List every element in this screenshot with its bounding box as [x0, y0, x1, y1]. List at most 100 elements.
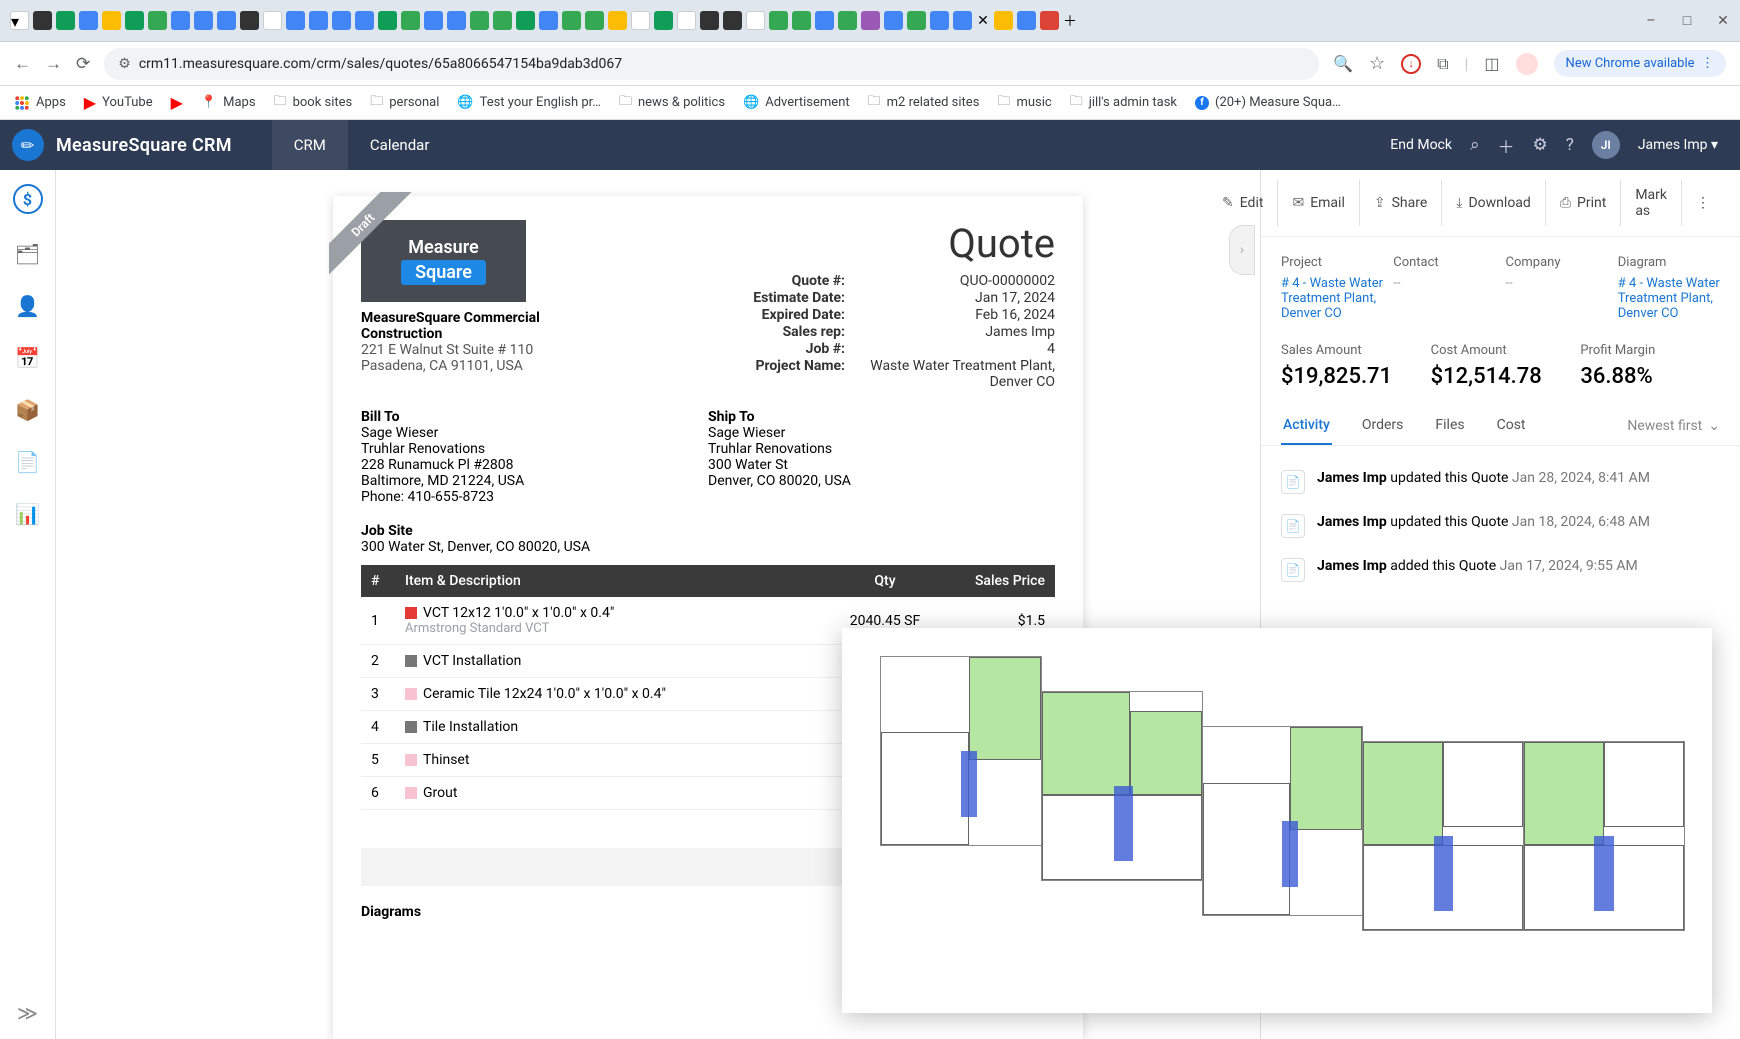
rail-contacts-icon[interactable]: 👤 — [15, 294, 40, 318]
edit-button[interactable]: ✎Edit — [1208, 180, 1278, 226]
tab-favicon[interactable] — [930, 11, 949, 30]
rail-calendar-icon[interactable]: 📅 — [15, 346, 40, 370]
collapse-panel-toggle[interactable]: › — [1229, 225, 1255, 275]
bookmark-testenglish[interactable]: 🌐Test your English pr… — [457, 95, 601, 110]
tab-favicon[interactable] — [355, 11, 374, 30]
tab-favicon[interactable] — [861, 11, 880, 30]
tab-favicon[interactable] — [148, 11, 167, 30]
tab-favicon[interactable] — [171, 11, 190, 30]
diagram-link[interactable]: # 4 - Waste Water Treatment Plant, Denve… — [1618, 276, 1720, 321]
tab-favicon[interactable] — [194, 11, 213, 30]
user-menu[interactable]: James Imp ▾ — [1638, 137, 1718, 153]
more-actions-icon[interactable]: ⋮ — [1682, 180, 1724, 226]
nav-crm[interactable]: CRM — [272, 120, 348, 170]
rail-document-icon[interactable]: 📄 — [15, 450, 40, 474]
tab-activity[interactable]: Activity — [1281, 407, 1332, 445]
window-minimize-icon[interactable]: – — [1644, 14, 1658, 28]
nav-calendar[interactable]: Calendar — [348, 120, 452, 170]
print-button[interactable]: ⎙Print — [1546, 180, 1622, 226]
floorplan-preview-overlay[interactable] — [842, 628, 1712, 1013]
end-mock-button[interactable]: End Mock — [1390, 137, 1452, 153]
tab-favicon[interactable] — [33, 11, 52, 30]
download-button[interactable]: ⤓Download — [1442, 180, 1546, 226]
bookmark-folder-newspolitics[interactable]: 🗀news & politics — [619, 92, 725, 114]
downloads-icon[interactable]: ↓ — [1401, 54, 1421, 74]
bookmark-folder-jillsadmin[interactable]: 🗀jill's admin task — [1070, 92, 1177, 114]
search-icon[interactable]: ⌕ — [1470, 135, 1480, 155]
tab-favicon[interactable] — [539, 11, 558, 30]
back-button[interactable]: ← — [14, 54, 31, 74]
bookmark-facebook[interactable]: f(20+) Measure Squa… — [1195, 95, 1341, 110]
tab-favicon[interactable] — [79, 11, 98, 30]
new-tab-button[interactable]: ＋ — [1063, 14, 1077, 28]
tab-favicon[interactable] — [1017, 11, 1036, 30]
tab-favicon[interactable] — [585, 11, 604, 30]
bookmark-youtube[interactable]: ▶YouTube — [84, 93, 153, 112]
tab-favicon[interactable] — [608, 11, 627, 30]
tab-favicon[interactable] — [677, 11, 696, 30]
tab-favicon[interactable] — [125, 11, 144, 30]
rail-expand-icon[interactable]: ≫ — [17, 1001, 38, 1025]
rail-package-icon[interactable]: 📦 — [15, 398, 40, 422]
tab-favicon[interactable] — [240, 11, 259, 30]
bookmark-maps[interactable]: 📍Maps — [201, 95, 256, 110]
tab-favicon[interactable] — [953, 11, 972, 30]
tab-favicon[interactable] — [654, 11, 673, 30]
forward-button[interactable]: → — [45, 54, 62, 74]
tab-favicon[interactable] — [723, 11, 742, 30]
tab-favicon[interactable] — [401, 11, 420, 30]
tab-favicon[interactable] — [286, 11, 305, 30]
new-chrome-badge[interactable]: New Chrome available ⋮ — [1554, 50, 1726, 77]
mark-as-button[interactable]: Mark as — [1621, 180, 1682, 226]
tab-favicon[interactable] — [424, 11, 443, 30]
sidepanel-icon[interactable]: ◫ — [1484, 54, 1499, 73]
add-icon[interactable]: ＋ — [1498, 133, 1515, 158]
bookmark-advertisement[interactable]: 🌐Advertisement — [743, 95, 850, 110]
rail-presentation-icon[interactable]: 📊 — [15, 502, 40, 526]
site-settings-icon[interactable]: ⚙ — [118, 56, 131, 72]
share-button[interactable]: ⇪Share — [1360, 180, 1442, 226]
tab-favicon[interactable] — [217, 11, 236, 30]
tab-favicon[interactable] — [907, 11, 926, 30]
tab-files[interactable]: Files — [1433, 407, 1466, 445]
tab-favicon[interactable] — [700, 11, 719, 30]
tab-favicon[interactable] — [378, 11, 397, 30]
extensions-icon[interactable]: ⧉ — [1437, 54, 1448, 74]
tab-close-icon[interactable]: ✕ — [976, 14, 990, 28]
tab-favicon[interactable] — [447, 11, 466, 30]
tab-favicon[interactable] — [769, 11, 788, 30]
bookmark-folder-m2related[interactable]: 🗀m2 related sites — [868, 92, 980, 114]
bookmark-youtube-icon[interactable]: ▶ — [171, 93, 183, 112]
tab-favicon[interactable] — [102, 11, 121, 30]
tab-favicon[interactable] — [332, 11, 351, 30]
tab-favicon[interactable] — [493, 11, 512, 30]
bookmark-apps[interactable]: Apps — [14, 95, 66, 111]
bookmark-star-icon[interactable]: ☆ — [1369, 53, 1385, 74]
profile-avatar-icon[interactable] — [1516, 53, 1538, 75]
settings-gear-icon[interactable]: ⚙ — [1533, 135, 1548, 155]
rail-catalog-icon[interactable]: 🗂 — [15, 242, 40, 266]
email-button[interactable]: ✉Email — [1278, 180, 1359, 226]
tab-cost[interactable]: Cost — [1495, 407, 1528, 445]
tab-favicon[interactable] — [263, 11, 282, 30]
tab-favicon[interactable] — [1040, 11, 1059, 30]
sort-dropdown[interactable]: Newest first⌄ — [1627, 407, 1720, 445]
bookmark-folder-booksites[interactable]: 🗀book sites — [274, 92, 353, 114]
project-link[interactable]: # 4 - Waste Water Treatment Plant, Denve… — [1281, 276, 1383, 321]
tab-favicon[interactable] — [470, 11, 489, 30]
window-maximize-icon[interactable]: □ — [1680, 14, 1694, 28]
bookmark-folder-music[interactable]: 🗀music — [997, 92, 1051, 114]
tab-favicon[interactable] — [746, 11, 765, 30]
tab-favicon[interactable] — [309, 11, 328, 30]
tab-favicon[interactable] — [631, 11, 650, 30]
tab-favicon[interactable] — [56, 11, 75, 30]
zoom-icon[interactable]: 🔍 — [1333, 54, 1353, 73]
tab-favicon[interactable] — [562, 11, 581, 30]
tab-favicon[interactable] — [994, 11, 1013, 30]
reload-button[interactable]: ⟳ — [76, 54, 90, 74]
bookmark-folder-personal[interactable]: 🗀personal — [370, 92, 439, 114]
tab-favicon[interactable] — [792, 11, 811, 30]
tab-orders[interactable]: Orders — [1360, 407, 1406, 445]
tab-favicon[interactable] — [884, 11, 903, 30]
tab-favicon[interactable] — [516, 11, 535, 30]
